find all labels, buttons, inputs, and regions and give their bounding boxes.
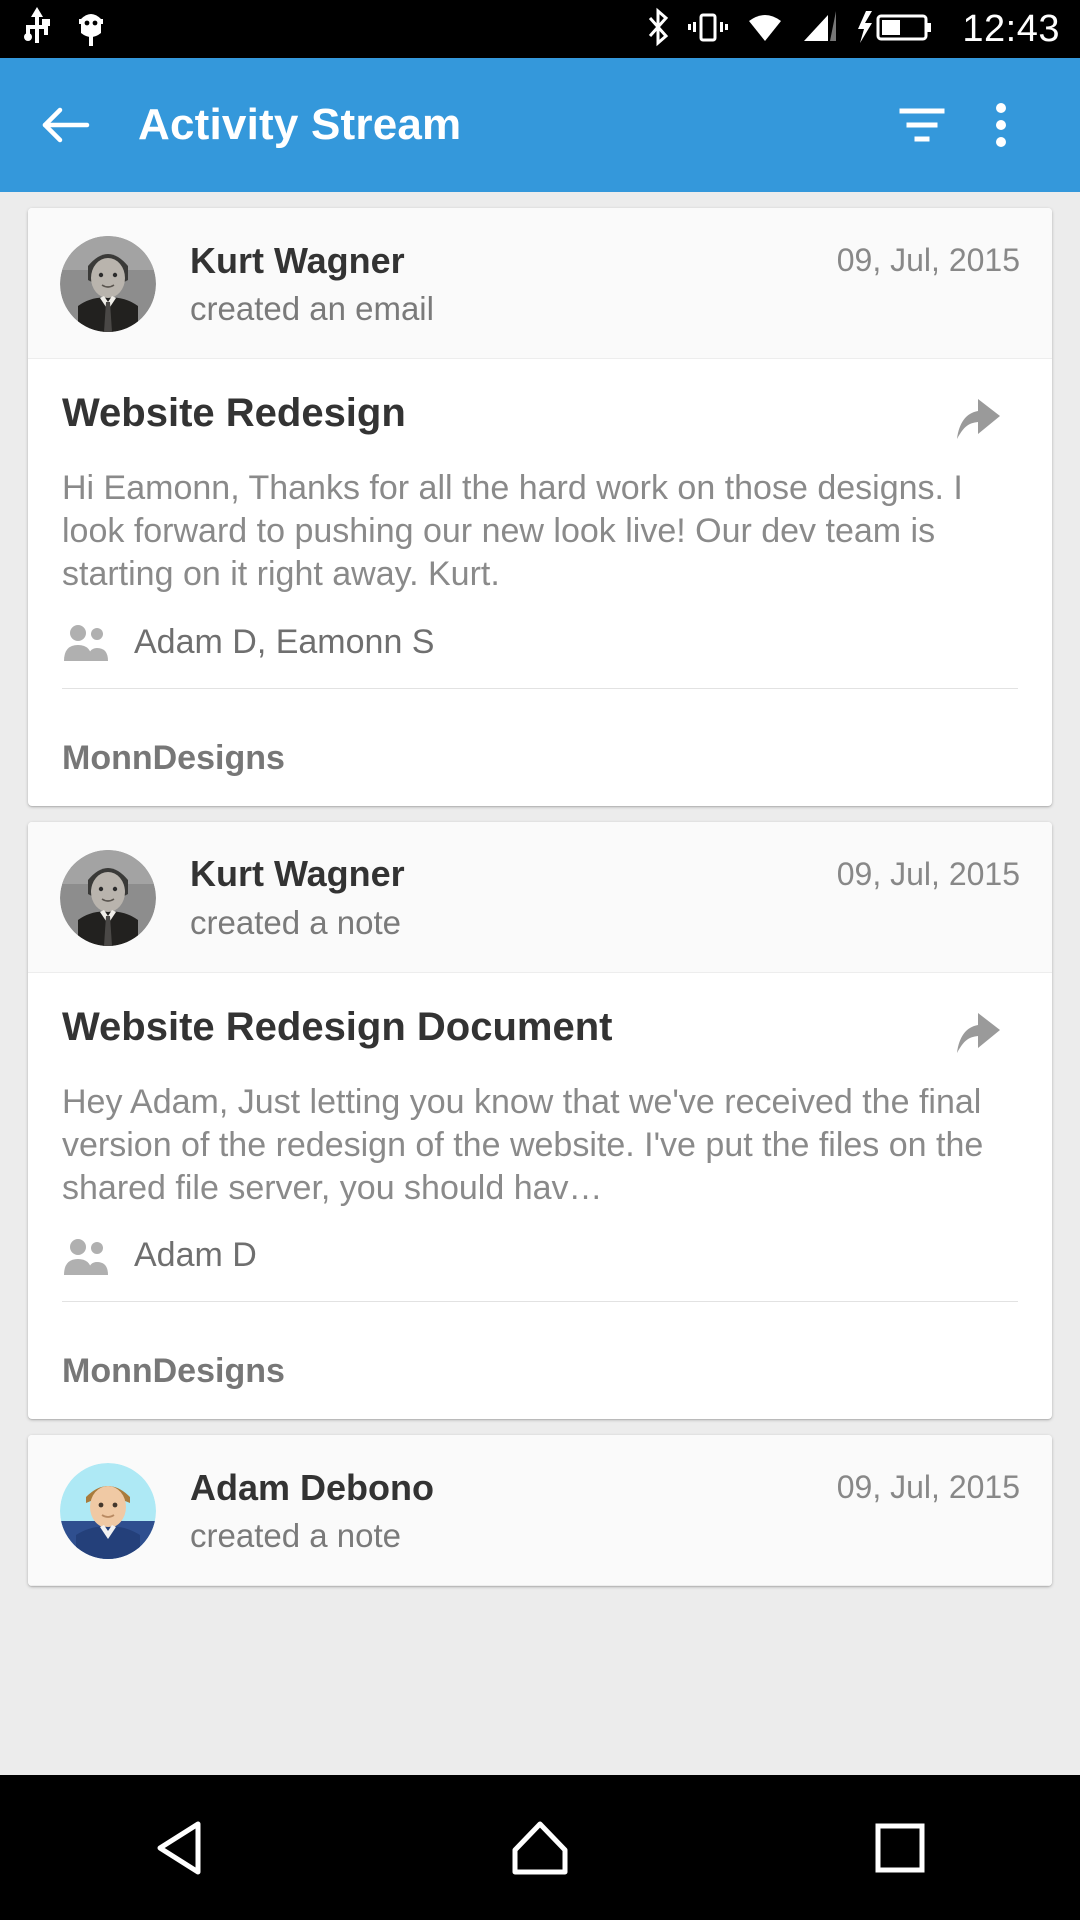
android-nav-bar [0, 1775, 1080, 1920]
reply-icon[interactable] [956, 1007, 1018, 1059]
avatar [60, 1463, 156, 1560]
activity-body-text: Hey Adam, Just letting you know that we'… [62, 1082, 984, 1207]
cellular-signal-icon [802, 7, 840, 52]
app-bar: Activity Stream [0, 58, 1080, 192]
vibrate-icon [688, 7, 729, 52]
back-triangle-icon[interactable] [120, 1808, 240, 1888]
bluetooth-icon [644, 7, 672, 52]
recents-square-icon[interactable] [840, 1808, 960, 1888]
activity-title-row: Website Redesign [62, 389, 1018, 445]
avatar [60, 849, 156, 946]
author-name: Kurt Wagner [190, 853, 405, 895]
status-bar-right-icons: 12:43 [644, 7, 1060, 52]
status-bar: 12:43 [0, 0, 1080, 58]
activity-title-row: Website Redesign Document [62, 1003, 1018, 1059]
participants-names: Adam D, Eamonn S [134, 622, 435, 661]
usb-icon [20, 6, 54, 52]
activity-title: Website Redesign [62, 391, 406, 435]
status-bar-left-icons [20, 6, 106, 52]
activity-card-header: Kurt Wagner created an email 09, Jul, 20… [28, 208, 1052, 359]
divider [62, 1301, 1018, 1303]
activity-action: created an email [190, 290, 434, 328]
overflow-menu-icon[interactable] [994, 101, 1042, 149]
activity-card[interactable]: Adam Debono created a note 09, Jul, 2015 [28, 1435, 1052, 1587]
activity-date: 09, Jul, 2015 [836, 1469, 1020, 1506]
author-name: Kurt Wagner [190, 239, 405, 281]
charging-battery-icon [856, 7, 932, 52]
page-title: Activity Stream [138, 100, 462, 149]
author-name: Adam Debono [190, 1466, 435, 1508]
activity-header-text: Kurt Wagner created an email [190, 240, 837, 328]
home-icon[interactable] [480, 1808, 600, 1888]
participants-names: Adam D [134, 1236, 257, 1275]
activity-footer[interactable]: MonnDesigns [28, 713, 1052, 806]
status-bar-clock: 12:43 [962, 8, 1060, 50]
filter-icon[interactable] [898, 101, 946, 149]
activity-card-body: Website Redesign Document Hey Adam, Just… [28, 973, 1052, 1327]
activity-participants: Adam D [62, 1236, 1018, 1275]
activity-card-body: Website Redesign Hi Eamonn, Thanks for a… [28, 359, 1052, 713]
wifi-icon [744, 7, 786, 52]
activity-body-text: Hi Eamonn, Thanks for all the hard work … [62, 469, 963, 594]
activity-card-header: Kurt Wagner created a note 09, Jul, 2015 [28, 821, 1052, 973]
divider [62, 687, 1018, 689]
activity-stream-list[interactable]: Kurt Wagner created an email 09, Jul, 20… [0, 192, 1080, 1775]
activity-date: 09, Jul, 2015 [836, 242, 1020, 278]
activity-title: Website Redesign Document [62, 1004, 613, 1049]
activity-card-header: Adam Debono created a note 09, Jul, 2015 [28, 1435, 1052, 1587]
people-icon [62, 623, 112, 662]
android-debug-icon [76, 7, 106, 52]
activity-footer[interactable]: MonnDesigns [28, 1326, 1052, 1419]
activity-date: 09, Jul, 2015 [836, 855, 1020, 892]
reply-icon[interactable] [956, 393, 1018, 445]
activity-card[interactable]: Kurt Wagner created a note 09, Jul, 2015… [28, 821, 1052, 1420]
activity-card[interactable]: Kurt Wagner created an email 09, Jul, 20… [28, 208, 1052, 806]
avatar [60, 236, 156, 332]
back-arrow-icon[interactable] [38, 97, 94, 153]
app-bar-actions [898, 101, 1042, 149]
activity-header-text: Kurt Wagner created a note [190, 853, 837, 941]
people-icon [62, 1237, 112, 1275]
activity-action: created a note [190, 903, 401, 941]
activity-participants: Adam D, Eamonn S [62, 623, 1018, 662]
activity-action: created a note [190, 1517, 401, 1555]
activity-header-text: Adam Debono created a note [190, 1467, 837, 1555]
